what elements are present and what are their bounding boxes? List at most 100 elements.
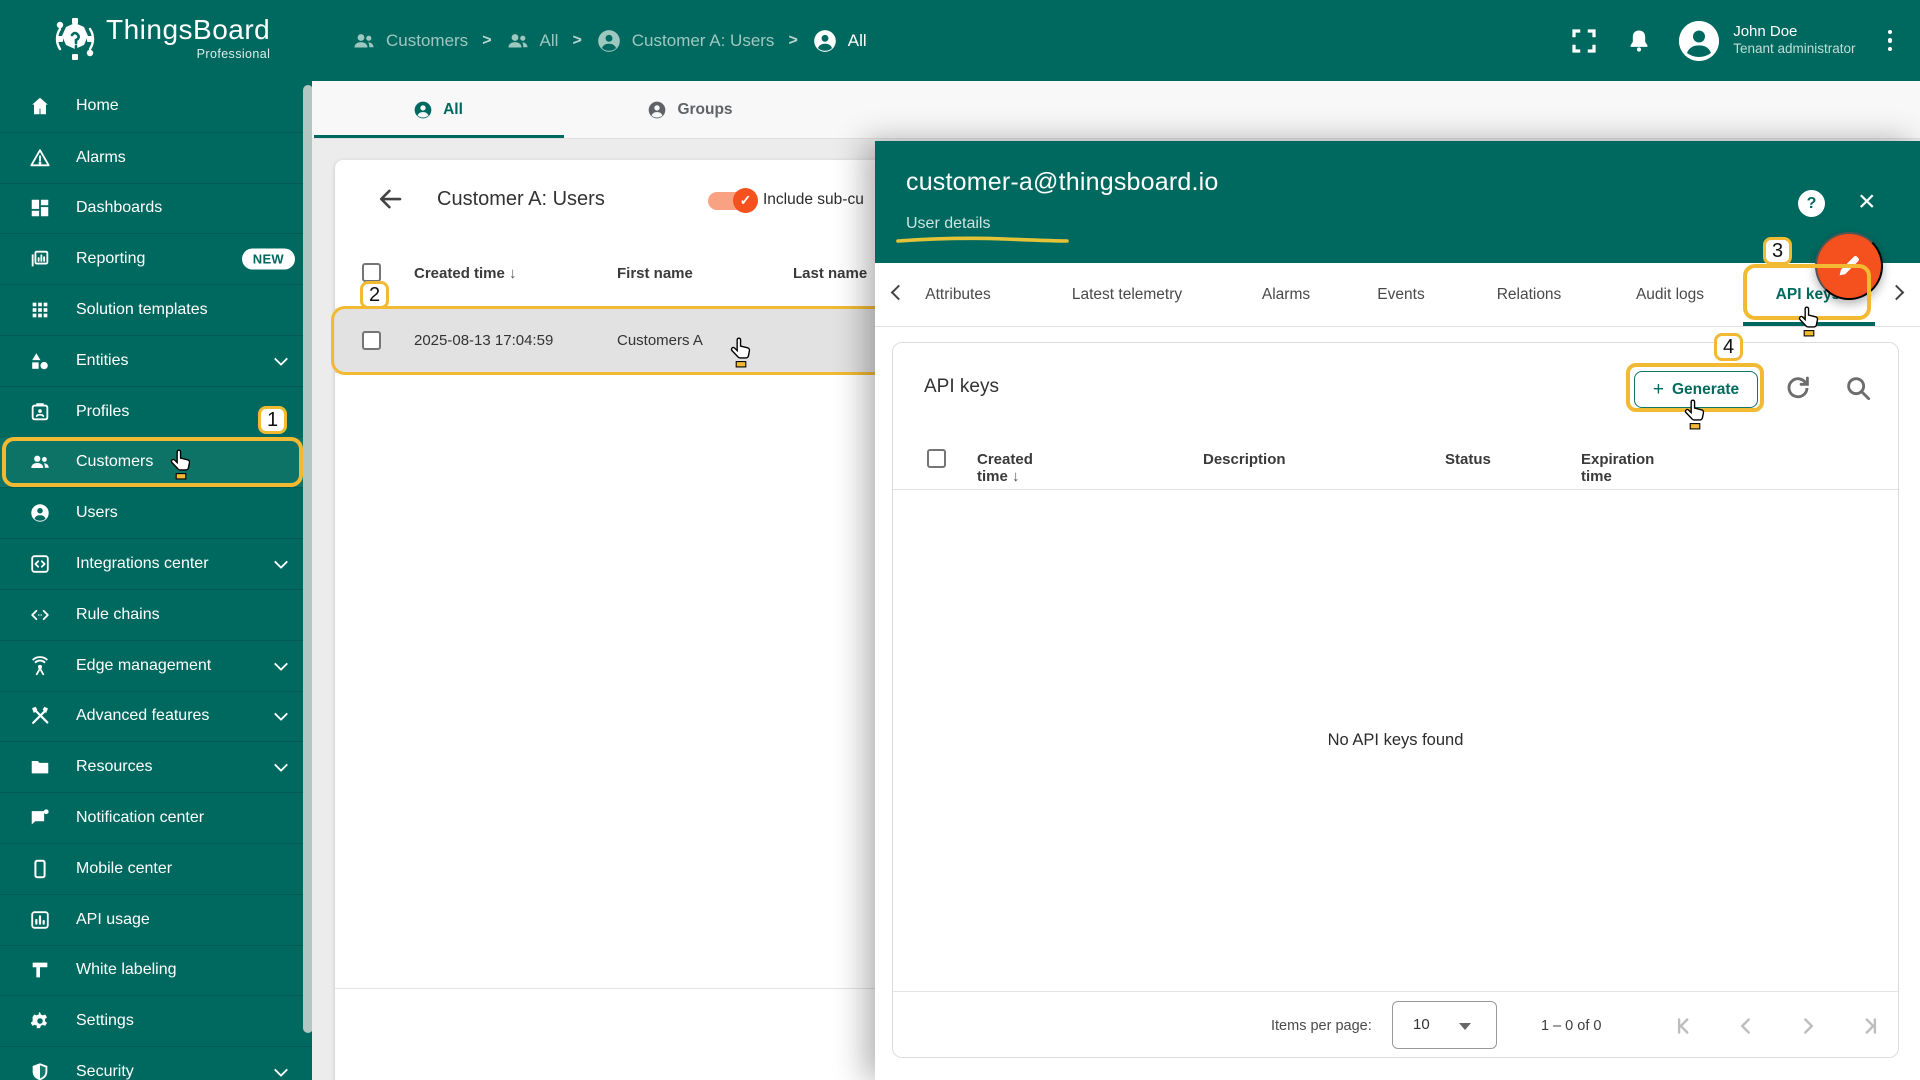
include-sub-customers-toggle[interactable]: ✓ <box>708 188 758 213</box>
drawer-subtitle: User details <box>906 215 991 232</box>
page-size-value: 10 <box>1413 1016 1430 1033</box>
sidebar-item-notification-center[interactable]: Notification center <box>0 792 312 843</box>
sidebar-item-rule-chains[interactable]: Rule chains <box>0 588 312 640</box>
sidebar-item-label: Edge management <box>76 656 212 674</box>
sidebar-item-dashboards[interactable]: Dashboards <box>0 182 312 234</box>
kebab-menu-icon[interactable] <box>1882 24 1899 58</box>
sidebar-item-label: Dashboards <box>76 199 163 217</box>
sidebar-item-label: Entities <box>76 351 129 369</box>
sidebar-item-customers[interactable]: Customers <box>0 436 312 488</box>
breadcrumb-item-customer-a-users[interactable]: Customer A: Users <box>596 28 774 54</box>
account-icon <box>647 100 667 120</box>
table-title: Customer A: Users <box>437 188 605 210</box>
sidebar-item-integrations-center[interactable]: Integrations center <box>0 538 312 589</box>
header-divider <box>893 489 1898 490</box>
user-role: Tenant administrator <box>1733 41 1856 57</box>
tab-events[interactable]: Events <box>1377 263 1424 326</box>
column-status[interactable]: Status <box>1445 451 1491 468</box>
breadcrumb-item-all-customers[interactable]: All <box>506 29 559 53</box>
shield-icon <box>29 1061 51 1080</box>
breadcrumb-label: All <box>539 30 559 50</box>
tabs-scroll-right-icon[interactable] <box>1888 284 1905 301</box>
first-page-icon[interactable] <box>1671 1013 1697 1039</box>
chevron-down-icon[interactable] <box>273 554 289 570</box>
sidebar-item-entities[interactable]: Entities <box>0 334 312 386</box>
column-expiration-time[interactable]: Expiration time <box>1581 451 1654 485</box>
chevron-down-icon[interactable] <box>273 656 289 671</box>
sidebar-item-api-usage[interactable]: API usage <box>0 893 312 945</box>
tab-alarms[interactable]: Alarms <box>1262 263 1310 326</box>
chevron-down-icon[interactable] <box>273 758 289 773</box>
select-all-checkbox[interactable] <box>362 263 381 282</box>
tabs-scroll-left-icon[interactable] <box>890 284 907 301</box>
previous-page-icon[interactable] <box>1733 1013 1759 1039</box>
annotation-underline <box>896 236 1069 243</box>
refresh-icon[interactable] <box>1783 373 1813 403</box>
cursor-hand-generate <box>1682 398 1708 430</box>
sidebar-item-advanced-features[interactable]: Advanced features <box>0 690 312 742</box>
sidebar-item-solution-templates[interactable]: Solution templates <box>0 284 312 335</box>
sidebar-item-home[interactable]: Home <box>0 81 312 132</box>
column-first-name[interactable]: First name <box>617 265 693 282</box>
help-icon[interactable]: ? <box>1798 190 1825 217</box>
group-icon <box>506 29 530 53</box>
next-page-icon[interactable] <box>1795 1013 1821 1039</box>
sidebar-item-label: API usage <box>76 910 150 928</box>
user-info[interactable]: John Doe Tenant administrator <box>1733 23 1855 59</box>
entity-tab-bar: All Groups <box>312 81 1920 139</box>
chevron-down-icon[interactable] <box>273 351 289 366</box>
entities-icon <box>29 350 51 372</box>
sidebar-item-settings[interactable]: Settings <box>0 995 312 1046</box>
column-created-time[interactable]: Created time ↓ <box>414 265 517 282</box>
tab-latest-telemetry[interactable]: Latest telemetry <box>1072 263 1182 326</box>
fullscreen-icon[interactable] <box>1569 26 1599 56</box>
sidebar-item-white-labeling[interactable]: White labeling <box>0 944 312 996</box>
sidebar-item-security[interactable]: Security <box>0 1046 312 1080</box>
breadcrumb-item-customers[interactable]: Customers <box>352 29 468 53</box>
sidebar-scrollbar[interactable] <box>303 85 312 1033</box>
close-icon[interactable]: × <box>1858 185 1876 219</box>
avatar[interactable] <box>1679 20 1720 61</box>
sidebar-item-label: Alarms <box>76 148 126 166</box>
cell-first-name: Customers A <box>617 332 703 349</box>
dashboards-icon <box>29 197 51 219</box>
column-description[interactable]: Description <box>1203 451 1286 468</box>
tab-audit-logs[interactable]: Audit logs <box>1636 263 1704 326</box>
sidebar-item-users[interactable]: Users <box>0 487 312 538</box>
notifications-bell-icon[interactable] <box>1625 27 1653 55</box>
thingsboard-app: ThingsBoard Professional Customers > All… <box>0 0 1920 1080</box>
search-icon[interactable] <box>1843 373 1873 403</box>
annotation-step-2: 2 <box>360 281 389 309</box>
pencil-icon <box>1834 251 1864 281</box>
sidebar-item-resources[interactable]: Resources <box>0 741 312 792</box>
white-labeling-icon <box>29 959 51 981</box>
page-size-select[interactable]: 10 <box>1392 1001 1497 1049</box>
select-all-checkbox[interactable] <box>927 449 946 468</box>
column-last-name[interactable]: Last name <box>793 265 867 282</box>
toggle-thumb-check-icon: ✓ <box>733 188 758 213</box>
tab-all[interactable]: All <box>312 81 564 138</box>
back-arrow-icon[interactable] <box>375 184 405 214</box>
column-created-time[interactable]: Created time ↓ <box>977 451 1033 485</box>
breadcrumb-item-all-users[interactable]: All <box>812 28 867 54</box>
chevron-down-icon[interactable] <box>273 1062 289 1078</box>
sidebar-item-label: Mobile center <box>76 859 173 877</box>
sidebar-item-reporting[interactable]: Reporting NEW <box>0 233 312 284</box>
tab-relations[interactable]: Relations <box>1497 263 1562 326</box>
sidebar-item-mobile-center[interactable]: Mobile center <box>0 842 312 894</box>
edit-fab-button[interactable] <box>1815 232 1883 300</box>
api-keys-title: API keys <box>924 376 999 397</box>
tab-attributes[interactable]: Attributes <box>925 263 990 326</box>
logo[interactable]: ThingsBoard Professional <box>52 13 270 65</box>
chevron-down-icon[interactable] <box>273 707 289 722</box>
row-checkbox[interactable] <box>362 331 381 350</box>
sidebar-item-label: Integrations center <box>76 555 209 573</box>
breadcrumb-separator: > <box>788 31 798 49</box>
sidebar-item-alarms[interactable]: Alarms <box>0 131 312 183</box>
thingsboard-logo-icon <box>52 13 98 65</box>
last-page-icon[interactable] <box>1857 1013 1883 1039</box>
account-icon <box>812 28 838 54</box>
sidebar-item-edge-management[interactable]: Edge management <box>0 639 312 691</box>
empty-state-text: No API keys found <box>1327 731 1464 749</box>
tab-groups[interactable]: Groups <box>564 81 816 138</box>
